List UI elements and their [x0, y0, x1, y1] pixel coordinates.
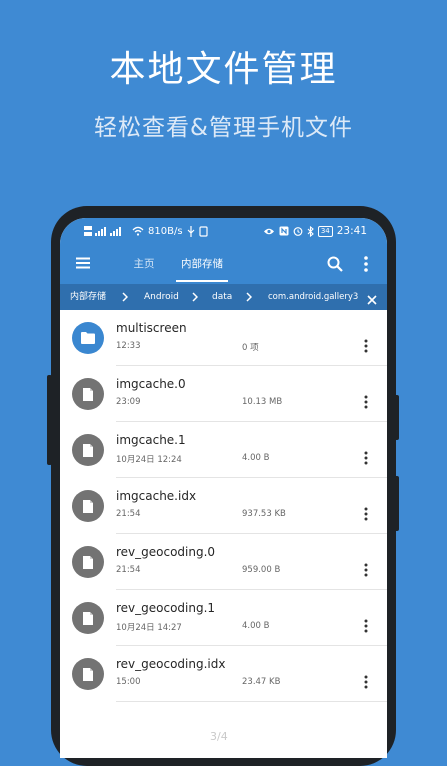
file-row[interactable]: rev_geocoding.idx 15:00 23.47 KB [60, 646, 387, 702]
file-row[interactable]: rev_geocoding.1 10月24日 14:27 4.00 B [60, 590, 387, 646]
breadcrumb: 内部存储 Android data com.android.gallery3 [60, 284, 387, 310]
file-more-button[interactable] [360, 450, 372, 466]
file-row[interactable]: imgcache.0 23:09 10.13 MB [60, 366, 387, 422]
file-more-button[interactable] [360, 506, 372, 522]
file-size: 23.47 KB [242, 677, 281, 687]
usb-icon [187, 225, 194, 237]
folder-icon [72, 322, 104, 354]
nfc-icon [279, 226, 289, 236]
phone-screen: 810B/s 34 23:41 主页 内部存储 内部存储 Android dat… [60, 218, 387, 758]
more-vert-icon [364, 507, 368, 521]
file-date: 21:54 [116, 509, 141, 519]
more-vert-icon [364, 395, 368, 409]
screenshot-icon [198, 225, 208, 237]
close-icon [367, 295, 377, 305]
active-tab-indicator [176, 280, 228, 282]
file-row[interactable]: imgcache.1 10月24日 12:24 4.00 B [60, 422, 387, 478]
file-more-button[interactable] [360, 338, 372, 354]
file-date: 15:00 [116, 677, 141, 687]
file-icon [72, 490, 104, 522]
file-name: rev_geocoding.1 [116, 601, 216, 615]
chevron-right-icon [192, 292, 198, 302]
app-bar: 主页 内部存储 [60, 244, 387, 284]
file-date: 21:54 [116, 565, 141, 575]
file-size: 937.53 KB [242, 509, 286, 519]
file-icon [72, 434, 104, 466]
file-more-button[interactable] [360, 394, 372, 410]
file-icon [72, 602, 104, 634]
file-row[interactable]: rev_geocoding.0 21:54 959.00 B [60, 534, 387, 590]
more-vert-icon [364, 675, 368, 689]
page-indicator: 3/4 [210, 730, 228, 743]
file-date: 10月24日 14:27 [116, 623, 182, 633]
tab-home[interactable]: 主页 [124, 244, 164, 284]
file-icon [72, 546, 104, 578]
chevron-right-icon [246, 292, 252, 302]
promo-subtitle: 轻松查看&管理手机文件 [94, 115, 353, 141]
file-more-button[interactable] [360, 618, 372, 634]
file-date: 12:33 [116, 341, 141, 351]
close-path-button[interactable] [366, 291, 378, 305]
file-size: 0 项 [242, 343, 259, 353]
alarm-icon [293, 227, 303, 236]
file-icon [72, 378, 104, 410]
chevron-right-icon [122, 292, 128, 302]
status-bar: 810B/s 34 23:41 [60, 218, 387, 244]
file-row[interactable]: imgcache.idx 21:54 937.53 KB [60, 478, 387, 534]
file-more-button[interactable] [360, 562, 372, 578]
eye-icon [263, 228, 274, 234]
phone-power-button [394, 395, 399, 440]
more-vert-icon [364, 451, 368, 465]
hamburger-icon [76, 257, 90, 269]
signal-icon [84, 226, 121, 236]
search-button[interactable] [326, 255, 344, 273]
tab-internal-storage[interactable]: 内部存储 [170, 244, 234, 284]
file-row[interactable]: multiscreen 12:33 0 项 [60, 310, 387, 366]
menu-button[interactable] [74, 254, 92, 272]
file-icon [72, 658, 104, 690]
status-time: 23:41 [336, 225, 367, 237]
file-size: 959.00 B [242, 565, 281, 575]
phone-side-button [394, 476, 399, 531]
battery-icon: 34 [317, 225, 333, 237]
wifi-icon [132, 226, 144, 236]
file-name: imgcache.0 [116, 377, 186, 391]
network-speed: 810B/s [148, 225, 183, 237]
breadcrumb-android[interactable]: Android [144, 284, 179, 310]
battery-level: 34 [320, 226, 330, 235]
tab-home-label: 主页 [133, 258, 155, 270]
breadcrumb-data[interactable]: data [212, 284, 232, 310]
tab-internal-storage-label: 内部存储 [181, 258, 223, 270]
file-name: imgcache.1 [116, 433, 186, 447]
phone-volume-button [47, 375, 52, 465]
breadcrumb-internal-storage[interactable]: 内部存储 [70, 284, 106, 310]
search-icon [327, 256, 343, 272]
more-vert-icon [364, 619, 368, 633]
more-vert-icon [364, 563, 368, 577]
more-vert-icon [364, 339, 368, 353]
file-size: 10.13 MB [242, 397, 283, 407]
file-list: multiscreen 12:33 0 项 imgcache.0 23:09 10.13 … [60, 310, 387, 702]
more-vert-icon [364, 256, 368, 272]
file-name: imgcache.idx [116, 489, 197, 503]
file-date: 10月24日 12:24 [116, 455, 182, 465]
row-divider [116, 701, 387, 702]
file-date: 23:09 [116, 397, 141, 407]
file-name: rev_geocoding.0 [116, 545, 216, 559]
file-size: 4.00 B [242, 453, 270, 463]
bluetooth-icon [307, 225, 314, 237]
file-name: multiscreen [116, 321, 187, 335]
overflow-menu-button[interactable] [360, 254, 372, 274]
promo-title: 本地文件管理 [109, 49, 338, 90]
file-more-button[interactable] [360, 674, 372, 690]
breadcrumb-gallery3[interactable]: com.android.gallery3 [268, 284, 358, 310]
file-size: 4.00 B [242, 621, 270, 631]
file-name: rev_geocoding.idx [116, 657, 226, 671]
